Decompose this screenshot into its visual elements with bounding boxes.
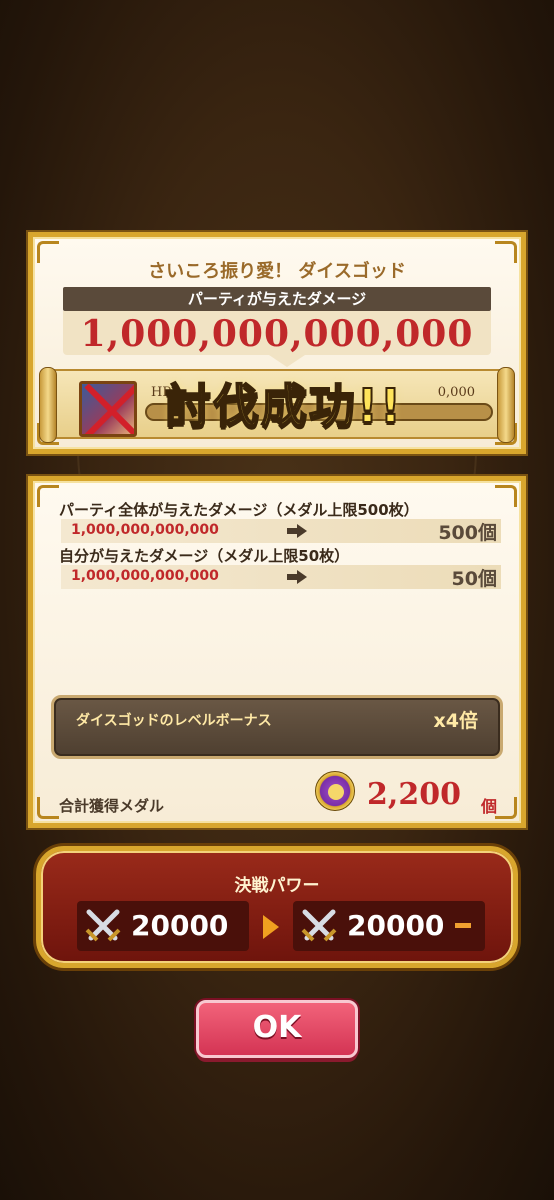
scroll-roll-left — [39, 367, 57, 443]
self-row: 1,000,000,000,000 50個 — [61, 565, 501, 590]
defeat-success-banner: 討伐成功!! — [164, 378, 403, 434]
power-after-value: 20000 — [347, 909, 445, 942]
hp-remaining: 0,000 — [437, 385, 475, 400]
arrow-right-icon — [287, 524, 307, 538]
party-damage-box: 1,000,000,000,000 — [63, 311, 491, 355]
boss-avatar — [79, 381, 137, 437]
party-row-label: パーティ全体が与えたダメージ（メダル上限500枚） — [59, 501, 419, 519]
medal-reward-panel: パーティ全体が与えたダメージ（メダル上限500枚） 1,000,000,000,… — [28, 476, 526, 828]
frame-corner — [495, 797, 517, 819]
damage-box-pointer — [269, 355, 305, 367]
power-before-box: 20000 — [77, 901, 249, 951]
total-medals-unit: 個 — [480, 797, 497, 816]
frame-corner — [37, 485, 59, 507]
frame-corner — [37, 797, 59, 819]
medal-icon — [315, 771, 355, 811]
party-damage-value: 1,000,000,000,000 — [80, 313, 474, 355]
arrow-right-icon — [287, 570, 307, 584]
self-row-medals: 50個 — [451, 568, 497, 590]
battle-power-panel: 決戦パワー 20000 20000 — [36, 846, 518, 968]
raid-result-panel: さいころ振り愛！ ダイスゴッド パーティが与えたダメージ 1,000,000,0… — [28, 232, 526, 454]
self-row-label: 自分が与えたダメージ（メダル上限50枚） — [59, 547, 350, 565]
party-row: 1,000,000,000,000 500個 — [61, 519, 501, 544]
no-change-dash-icon — [455, 923, 471, 928]
level-bonus-label: ダイスゴッドのレベルボーナス — [76, 713, 272, 729]
arrow-right-icon — [263, 915, 279, 939]
crossed-swords-icon — [301, 909, 337, 942]
crossed-swords-icon — [85, 909, 121, 942]
total-medals-value: 2,200 — [367, 777, 461, 812]
level-bonus-box: ダイスゴッドのレベルボーナス x4倍 — [51, 695, 503, 759]
level-bonus-multiplier: x4倍 — [433, 710, 478, 732]
scroll-roll-right — [497, 367, 515, 443]
total-medals-label: 合計獲得メダル — [59, 797, 165, 815]
power-before-value: 20000 — [131, 909, 229, 942]
self-row-damage: 1,000,000,000,000 — [71, 568, 219, 584]
battle-power-title: 決戦パワー — [234, 876, 320, 896]
frame-corner — [495, 485, 517, 507]
power-after-box: 20000 — [293, 901, 485, 951]
event-title: さいころ振り愛！ ダイスゴッド — [148, 261, 406, 282]
party-row-medals: 500個 — [438, 522, 497, 544]
ok-button[interactable]: OK — [196, 1000, 358, 1058]
party-damage-header: パーティが与えたダメージ — [63, 287, 491, 311]
party-row-damage: 1,000,000,000,000 — [71, 522, 219, 538]
